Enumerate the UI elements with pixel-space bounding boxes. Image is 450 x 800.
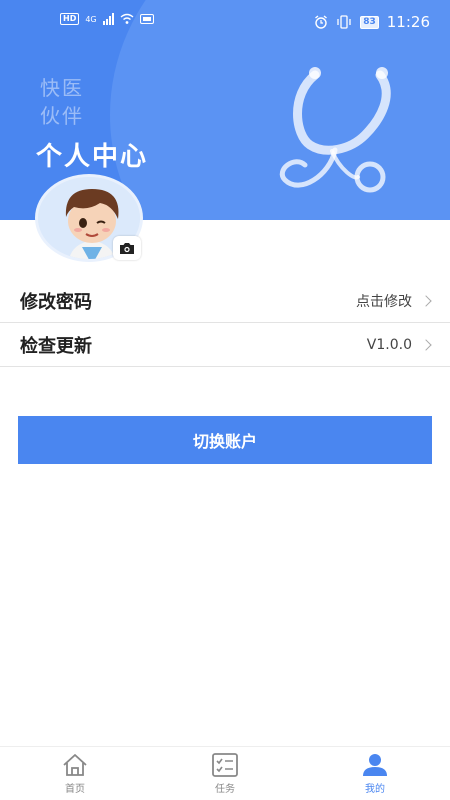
hd-icon: HD [60, 13, 80, 25]
bottom-tab-bar: 首页 任务 我的 [0, 746, 450, 800]
status-right: 83 11:26 [314, 13, 430, 31]
menu-row-value-wrap: 点击修改 [356, 291, 432, 311]
tab-home[interactable]: 首页 [0, 747, 150, 800]
storage-icon [139, 14, 154, 24]
status-bar: HD 4G 83 11:26 [0, 0, 450, 44]
network-type: 4G [85, 14, 97, 24]
brand-line-1: 快医 [40, 76, 84, 100]
page-title: 个人中心 [36, 142, 149, 172]
change-avatar-button[interactable] [113, 236, 141, 260]
battery-icon: 83 [360, 15, 379, 29]
menu-row-change-password[interactable]: 修改密码 点击修改 [0, 279, 450, 323]
home-icon [63, 753, 87, 776]
status-left: HD 4G [60, 13, 154, 25]
signal-icon [102, 13, 114, 25]
stethoscope-icon [280, 67, 391, 193]
tab-label: 任务 [215, 783, 235, 795]
brand-line-2: 伙伴 [40, 104, 84, 128]
clock: 11:26 [386, 13, 430, 31]
task-list-icon [212, 752, 238, 777]
chevron-right-icon [420, 339, 432, 351]
menu-row-label: 检查更新 [20, 336, 92, 357]
switch-account-button[interactable]: 切换账户 [18, 416, 432, 464]
wifi-icon [120, 13, 134, 24]
menu-row-value-wrap: V1.0.0 [366, 337, 432, 353]
vibrate-icon [337, 15, 351, 29]
camera-icon [120, 242, 134, 254]
divider [0, 366, 450, 367]
tab-tasks[interactable]: 任务 [150, 747, 300, 800]
alarm-icon [315, 15, 328, 29]
menu-row-check-update[interactable]: 检查更新 V1.0.0 [0, 323, 450, 367]
user-icon [363, 753, 387, 776]
menu-row-label: 修改密码 [20, 292, 92, 313]
tab-label: 首页 [65, 783, 85, 795]
chevron-right-icon [420, 295, 432, 307]
tab-label: 我的 [365, 783, 385, 795]
menu-row-value: V1.0.0 [366, 337, 412, 353]
tab-me[interactable]: 我的 [300, 747, 450, 800]
menu-row-value: 点击修改 [356, 294, 412, 310]
